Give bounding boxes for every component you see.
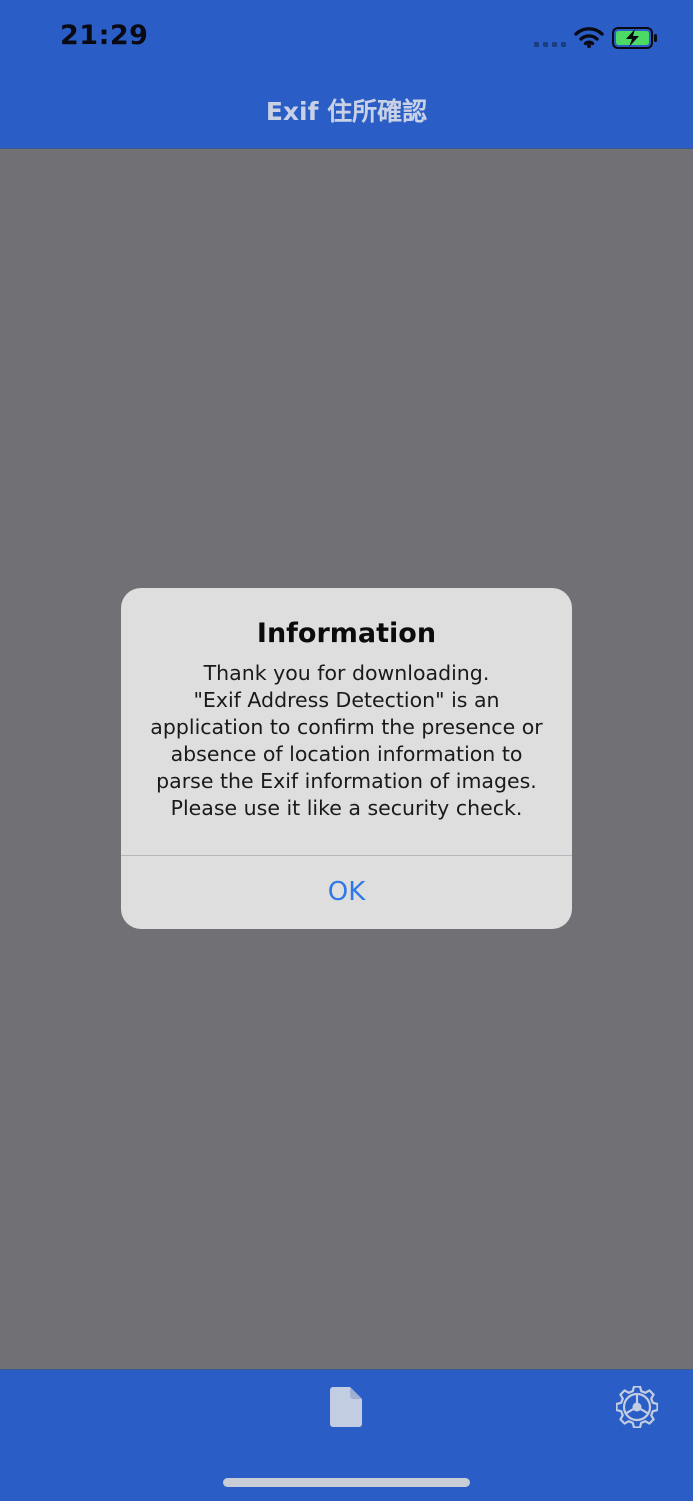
- wifi-icon: [574, 27, 604, 48]
- ok-button[interactable]: OK: [121, 856, 572, 929]
- alert-title: Information: [256, 618, 437, 649]
- home-indicator[interactable]: [223, 1478, 470, 1487]
- alert-message-line: Please use it like a security check.: [170, 796, 523, 820]
- status-bar: 21:29: [0, 0, 693, 78]
- alert-message-line: parse the Exif information of images.: [156, 769, 537, 793]
- alert-message-line: "Exif Address Detection" is an: [193, 688, 500, 712]
- battery-charging-icon: [612, 27, 657, 49]
- alert-message-line: absence of location information to: [170, 742, 523, 766]
- status-time: 21:29: [60, 20, 149, 51]
- alert-message-line: application to confirm the presence or: [150, 715, 543, 739]
- document-icon[interactable]: [330, 1387, 362, 1427]
- signal-dots-icon: [534, 42, 566, 47]
- alert-message: Thank you for downloading. "Exif Address…: [137, 660, 556, 822]
- gear-icon[interactable]: [616, 1386, 658, 1428]
- alert-message-line: Thank you for downloading.: [203, 661, 490, 685]
- page-title: Exif 住所確認: [265, 97, 428, 126]
- information-alert: Information Thank you for downloading. "…: [121, 588, 572, 929]
- navigation-bar: Exif 住所確認: [0, 78, 693, 149]
